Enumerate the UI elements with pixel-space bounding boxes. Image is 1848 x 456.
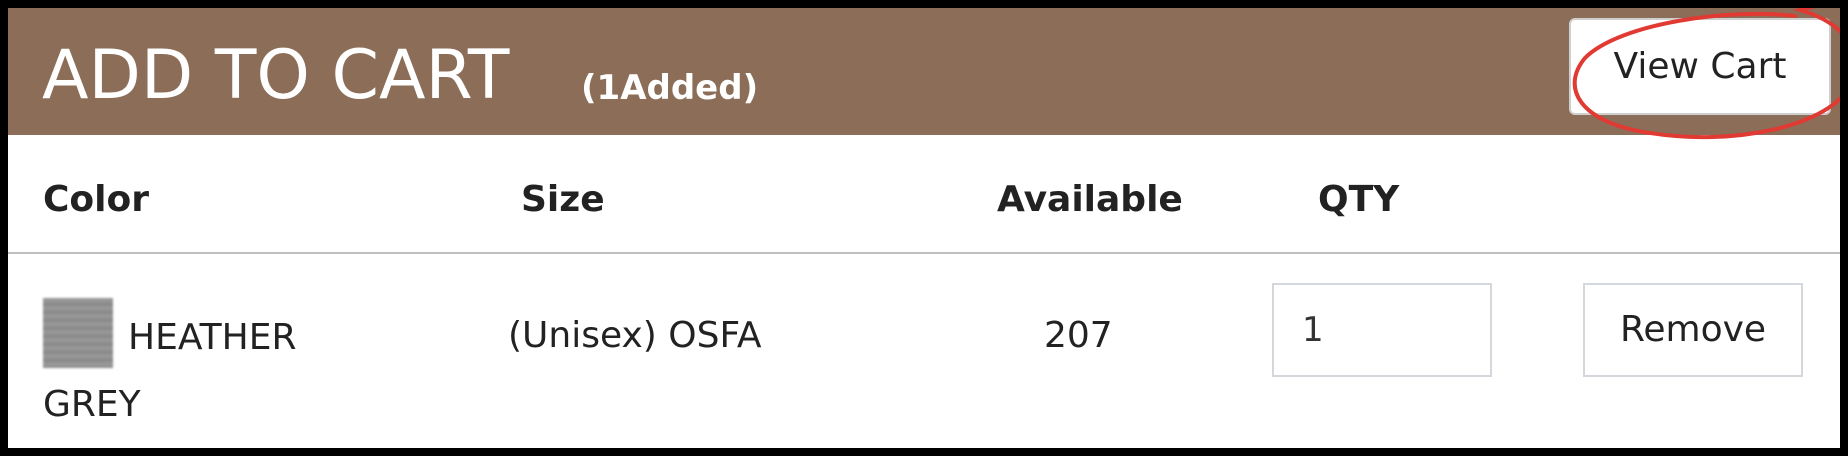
- color-name-line2: GREY: [43, 384, 141, 425]
- color-swatch: [43, 298, 113, 368]
- remove-button[interactable]: Remove: [1583, 283, 1803, 377]
- view-cart-button[interactable]: View Cart: [1569, 18, 1831, 115]
- column-header-qty: QTY: [1318, 179, 1400, 220]
- column-header-size: Size: [521, 179, 605, 220]
- quantity-input[interactable]: [1272, 283, 1492, 377]
- size-value: (Unisex) OSFA: [508, 315, 762, 356]
- available-value: 207: [1044, 315, 1113, 356]
- column-header-color: Color: [43, 179, 149, 220]
- added-count: (1Added): [581, 68, 759, 108]
- header-divider: [8, 252, 1840, 254]
- color-name-line1: HEATHER: [128, 317, 297, 358]
- cart-header: ADD TO CART (1Added) View Cart: [8, 8, 1840, 135]
- column-header-available: Available: [997, 179, 1183, 220]
- add-to-cart-panel: ADD TO CART (1Added) View Cart Color Siz…: [0, 0, 1848, 456]
- header-title: ADD TO CART: [42, 36, 510, 115]
